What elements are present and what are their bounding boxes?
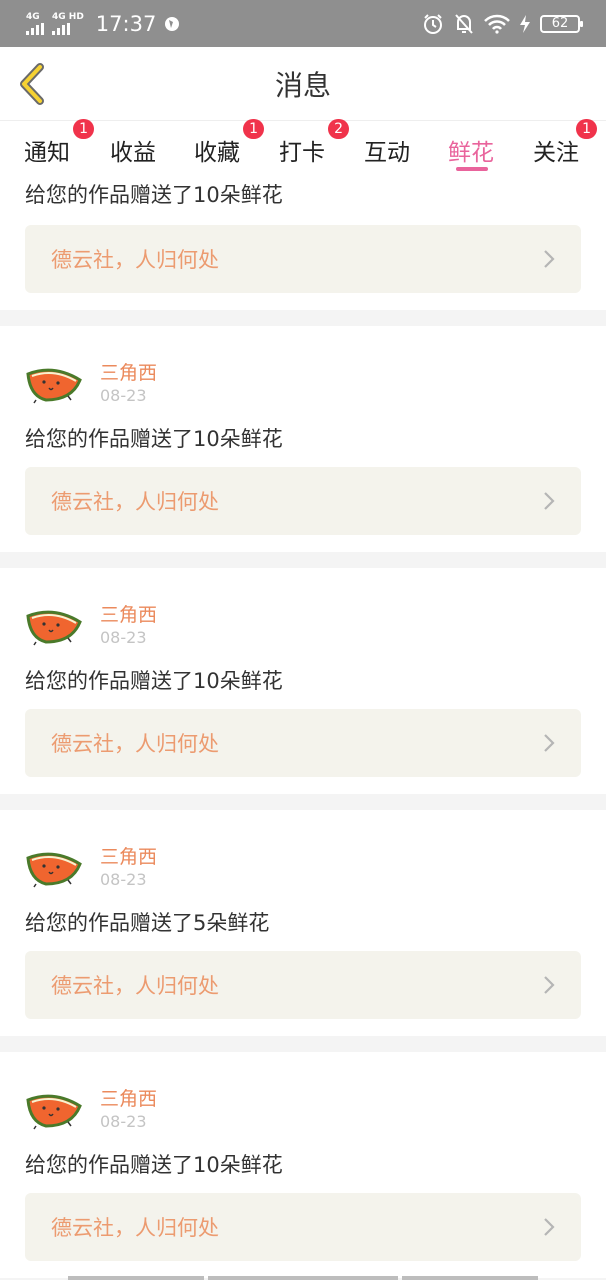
user-name[interactable]: 三角西 <box>100 600 157 627</box>
gesture-bar <box>68 1276 538 1280</box>
message-date: 08-23 <box>100 870 147 889</box>
location-icon <box>165 16 180 31</box>
signal-bars-icon <box>26 22 44 35</box>
chevron-right-icon <box>544 976 555 994</box>
user-name[interactable]: 三角西 <box>100 842 157 869</box>
signal-bars-icon <box>52 22 70 35</box>
unread-badge: 1 <box>73 119 94 139</box>
work-link[interactable]: 德云社，人归何处 <box>25 1193 581 1261</box>
message-tabs: 通知 1 收益 收藏 1 打卡 2 互动 鲜花 关注 1 <box>0 119 606 179</box>
work-link[interactable]: 德云社，人归何处 <box>25 709 581 777</box>
app-header: 消息 <box>0 47 606 121</box>
work-title: 德云社，人归何处 <box>51 974 219 998</box>
message-header: 三角西 08-23 <box>0 1052 606 1149</box>
user-name[interactable]: 三角西 <box>100 358 157 385</box>
work-link[interactable]: 德云社，人归何处 <box>25 225 581 293</box>
gift-message: 给您的作品赠送了5朵鲜花 <box>25 911 270 935</box>
status-right: 62 <box>422 13 583 35</box>
charging-icon <box>520 14 530 33</box>
gift-message: 给您的作品赠送了10朵鲜花 <box>25 183 283 207</box>
tab-favorites[interactable]: 收藏 1 <box>194 119 264 167</box>
list-item: 三角西 08-23 给您的作品赠送了5朵鲜花 德云社，人归何处 <box>0 810 606 1036</box>
divider <box>0 552 606 568</box>
avatar[interactable] <box>24 844 84 888</box>
gift-message: 给您的作品赠送了10朵鲜花 <box>25 427 283 451</box>
tab-label: 鲜花 <box>448 140 494 166</box>
tab-label: 打卡 <box>279 140 325 166</box>
gift-message: 给您的作品赠送了10朵鲜花 <box>25 1153 283 1177</box>
tab-label: 关注 <box>533 140 579 166</box>
avatar[interactable] <box>24 602 84 646</box>
back-button[interactable] <box>16 63 48 105</box>
user-name[interactable]: 三角西 <box>100 1084 157 1111</box>
tab-following[interactable]: 关注 1 <box>533 119 597 167</box>
status-time: 17:37 <box>95 11 157 36</box>
signal-1-label: 4G <box>26 11 40 22</box>
message-date: 08-23 <box>100 628 147 647</box>
flower-message-list: 给您的作品赠送了10朵鲜花 德云社，人归何处 三角西 08-23 给您的作品赠送… <box>0 179 606 1278</box>
bell-off-icon <box>455 13 473 34</box>
chevron-right-icon <box>544 250 555 268</box>
message-header: 三角西 08-23 <box>0 326 606 423</box>
tab-label: 收益 <box>110 140 156 166</box>
alarm-icon <box>424 13 442 34</box>
unread-badge: 1 <box>576 119 597 139</box>
signal-2-label: 4G HD <box>52 11 84 22</box>
active-tab-indicator <box>456 167 488 171</box>
list-item: 三角西 08-23 给您的作品赠送了10朵鲜花 德云社，人归何处 <box>0 1052 606 1278</box>
work-link[interactable]: 德云社，人归何处 <box>25 467 581 535</box>
status-left: 4G 4G HD 17:37 <box>26 12 180 36</box>
divider <box>0 1036 606 1052</box>
page-title: 消息 <box>274 68 331 102</box>
tab-checkin[interactable]: 打卡 2 <box>279 119 349 167</box>
work-title: 德云社，人归何处 <box>51 490 219 514</box>
tab-notice[interactable]: 通知 1 <box>24 119 94 167</box>
list-item: 三角西 08-23 给您的作品赠送了10朵鲜花 德云社，人归何处 <box>0 326 606 552</box>
tab-earnings[interactable]: 收益 <box>110 133 156 167</box>
message-header: 三角西 08-23 <box>0 568 606 665</box>
signal-1: 4G <box>26 11 44 35</box>
signal-2: 4G HD <box>52 11 84 35</box>
list-item: 给您的作品赠送了10朵鲜花 德云社，人归何处 <box>0 179 606 310</box>
tab-label: 通知 <box>24 140 70 166</box>
message-date: 08-23 <box>100 386 147 405</box>
divider <box>0 310 606 326</box>
avatar[interactable] <box>24 1086 84 1130</box>
message-header: 三角西 08-23 <box>0 810 606 907</box>
status-bar: 4G 4G HD 17:37 62 <box>0 0 606 47</box>
avatar[interactable] <box>24 360 84 404</box>
tab-interactions[interactable]: 互动 <box>364 133 410 167</box>
list-item: 三角西 08-23 给您的作品赠送了10朵鲜花 德云社，人归何处 <box>0 568 606 794</box>
work-title: 德云社，人归何处 <box>51 1216 219 1240</box>
tab-label: 互动 <box>364 140 410 166</box>
unread-badge: 1 <box>243 119 264 139</box>
divider <box>0 794 606 810</box>
message-date: 08-23 <box>100 1112 147 1131</box>
chevron-right-icon <box>544 1218 555 1236</box>
chevron-right-icon <box>544 734 555 752</box>
wifi-icon <box>484 14 510 34</box>
tab-label: 收藏 <box>194 140 240 166</box>
work-title: 德云社，人归何处 <box>51 732 219 756</box>
gift-message: 给您的作品赠送了10朵鲜花 <box>25 669 283 693</box>
work-link[interactable]: 德云社，人归何处 <box>25 951 581 1019</box>
battery-indicator: 62 <box>540 14 583 33</box>
tab-flowers[interactable]: 鲜花 <box>448 133 494 167</box>
unread-badge: 2 <box>328 119 349 139</box>
work-title: 德云社，人归何处 <box>51 248 219 272</box>
chevron-right-icon <box>544 492 555 510</box>
